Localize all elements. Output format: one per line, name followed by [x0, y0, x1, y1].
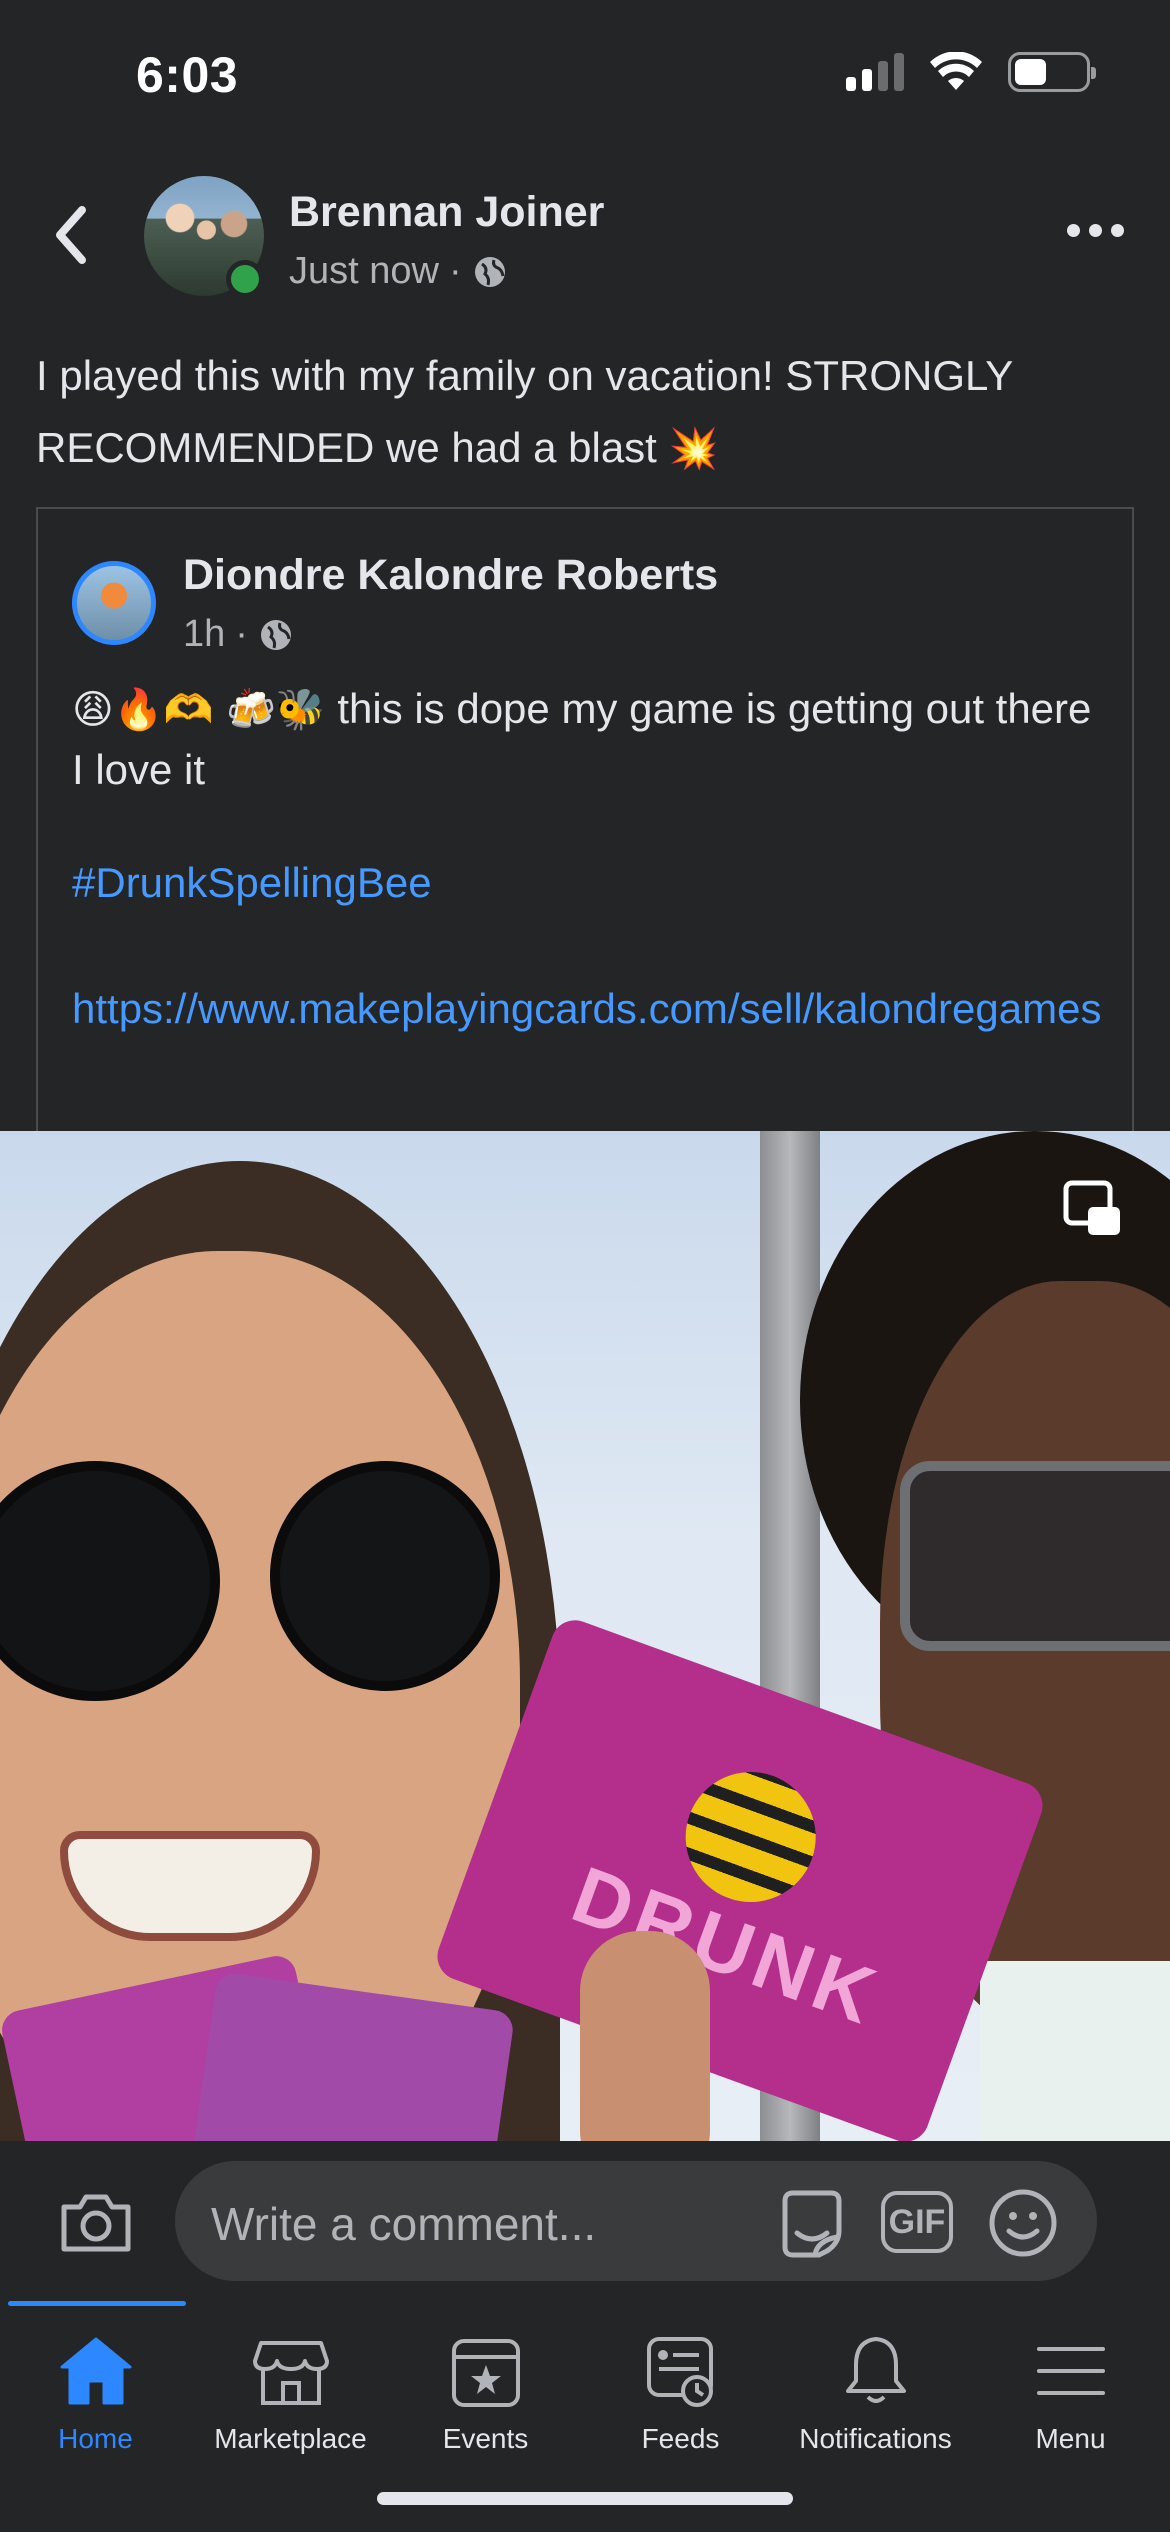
picture-in-picture-icon[interactable] — [1062, 1179, 1124, 1241]
public-globe-icon — [260, 619, 291, 650]
cellular-signal-icon — [846, 53, 904, 91]
video-shirt — [980, 1961, 1170, 2141]
shared-author-avatar[interactable] — [72, 561, 156, 645]
comment-bar: Write a comment... GIF — [0, 2141, 1170, 2301]
bell-icon — [845, 2337, 906, 2403]
post-text: I played this with my family on vacation… — [36, 340, 1146, 485]
tab-notifications[interactable]: Notifications — [778, 2315, 973, 2465]
status-icons — [846, 52, 1096, 92]
meta-separator: · — [448, 250, 462, 292]
video-sunglasses-right — [900, 1461, 1170, 1651]
active-tab-indicator — [8, 2301, 186, 2306]
shared-post-time: 1h — [183, 613, 226, 655]
home-indicator[interactable] — [377, 2492, 793, 2505]
shared-post-text: 😩🔥🫶 🍻🐝 this is dope my game is getting o… — [72, 679, 1112, 800]
events-icon — [451, 2339, 520, 2407]
comment-placeholder: Write a comment... — [211, 2198, 597, 2250]
menu-icon — [1036, 2347, 1105, 2395]
shared-post-emojis: 😩🔥🫶 🍻🐝 — [72, 687, 326, 733]
external-link[interactable]: https://www.makeplayingcards.com/sell/ka… — [72, 979, 1101, 1039]
tab-home[interactable]: Home — [0, 2315, 193, 2465]
back-arrow-icon[interactable] — [44, 200, 100, 270]
shared-author-name[interactable]: Diondre Kalondre Roberts — [183, 551, 718, 600]
video-player[interactable]: DRUNK — [0, 1131, 1170, 2141]
post-text-body: I played this with my family on vacation… — [36, 352, 1013, 471]
battery-icon — [1008, 52, 1096, 92]
post-time: Just now — [289, 250, 439, 292]
shared-post-meta: 1h · — [183, 613, 294, 656]
tab-marketplace[interactable]: Marketplace — [193, 2315, 388, 2465]
tab-label: Events — [442, 2423, 529, 2454]
online-status-dot — [226, 260, 264, 298]
home-icon — [60, 2337, 131, 2405]
hashtag-link[interactable]: #DrunkSpellingBee — [72, 859, 432, 907]
status-time: 6:03 — [136, 47, 239, 103]
public-globe-icon — [474, 256, 505, 287]
camera-icon[interactable] — [58, 2189, 134, 2255]
post-text-emoji: 💥 — [668, 426, 719, 472]
sticker-icon[interactable] — [775, 2187, 849, 2261]
marketplace-icon — [252, 2341, 329, 2405]
tab-menu[interactable]: Menu — [973, 2315, 1168, 2465]
wifi-icon — [930, 52, 982, 90]
tab-label: Menu — [1035, 2423, 1106, 2454]
video-thumb — [580, 1931, 710, 2141]
more-options-icon[interactable] — [1067, 224, 1124, 237]
comment-input[interactable]: Write a comment... GIF — [175, 2161, 1097, 2281]
video-sunglasses-right-lens — [270, 1461, 500, 1691]
video-smile — [60, 1831, 320, 1941]
author-name[interactable]: Brennan Joiner — [289, 188, 604, 237]
tab-label: Home — [58, 2423, 133, 2454]
post-meta: Just now · — [289, 250, 508, 293]
gif-button[interactable]: GIF — [881, 2191, 953, 2253]
tab-label: Feeds — [641, 2423, 720, 2454]
shared-post-card[interactable]: Diondre Kalondre Roberts 1h · 😩🔥🫶 🍻🐝 thi… — [36, 507, 1134, 1132]
tab-label: Notifications — [799, 2423, 952, 2454]
feeds-icon — [646, 2337, 713, 2407]
meta-separator: · — [235, 613, 248, 655]
tab-feeds[interactable]: Feeds — [583, 2315, 778, 2465]
emoji-icon[interactable] — [987, 2187, 1059, 2259]
tab-label: Marketplace — [214, 2423, 367, 2454]
tab-events[interactable]: Events — [388, 2315, 583, 2465]
